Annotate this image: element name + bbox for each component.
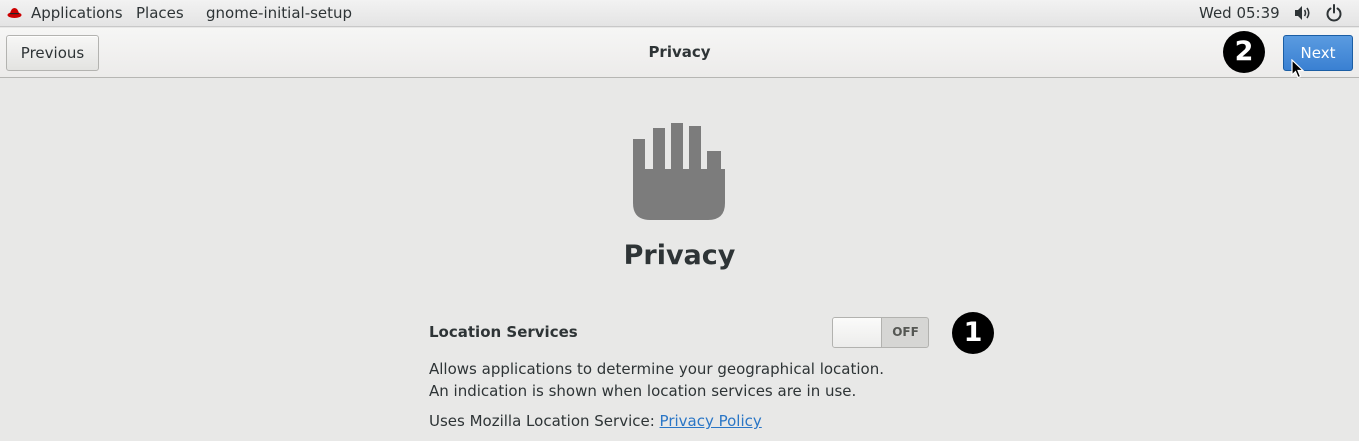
header-bar: Previous Privacy Next	[0, 28, 1359, 78]
annotation-marker-2: 2	[1223, 31, 1265, 73]
provider-text: Uses Mozilla Location Service:	[429, 412, 660, 430]
mouse-cursor-icon	[1291, 59, 1305, 79]
app-menu[interactable]: gnome-initial-setup	[206, 3, 352, 23]
top-panel: Applications Places gnome-initial-setup …	[0, 0, 1359, 27]
power-icon[interactable]	[1326, 4, 1342, 22]
location-services-switch[interactable]: OFF	[832, 317, 929, 348]
switch-knob[interactable]	[833, 318, 882, 347]
privacy-hand-icon	[633, 123, 725, 220]
provider-line: Uses Mozilla Location Service: Privacy P…	[429, 412, 762, 430]
annotation-marker-1: 1	[952, 312, 994, 354]
header-title: Privacy	[648, 43, 711, 61]
switch-state-label: OFF	[892, 325, 919, 339]
page-heading: Privacy	[623, 240, 736, 271]
applications-menu[interactable]: Applications	[31, 3, 123, 23]
location-description: Allows applications to determine your ge…	[429, 360, 884, 400]
places-menu[interactable]: Places	[136, 3, 184, 23]
clock[interactable]: Wed 05:39	[1199, 3, 1280, 23]
location-services-label: Location Services	[429, 323, 578, 341]
redhat-logo-icon[interactable]	[7, 6, 22, 19]
volume-icon[interactable]	[1294, 5, 1312, 21]
privacy-policy-link[interactable]: Privacy Policy	[660, 412, 762, 430]
